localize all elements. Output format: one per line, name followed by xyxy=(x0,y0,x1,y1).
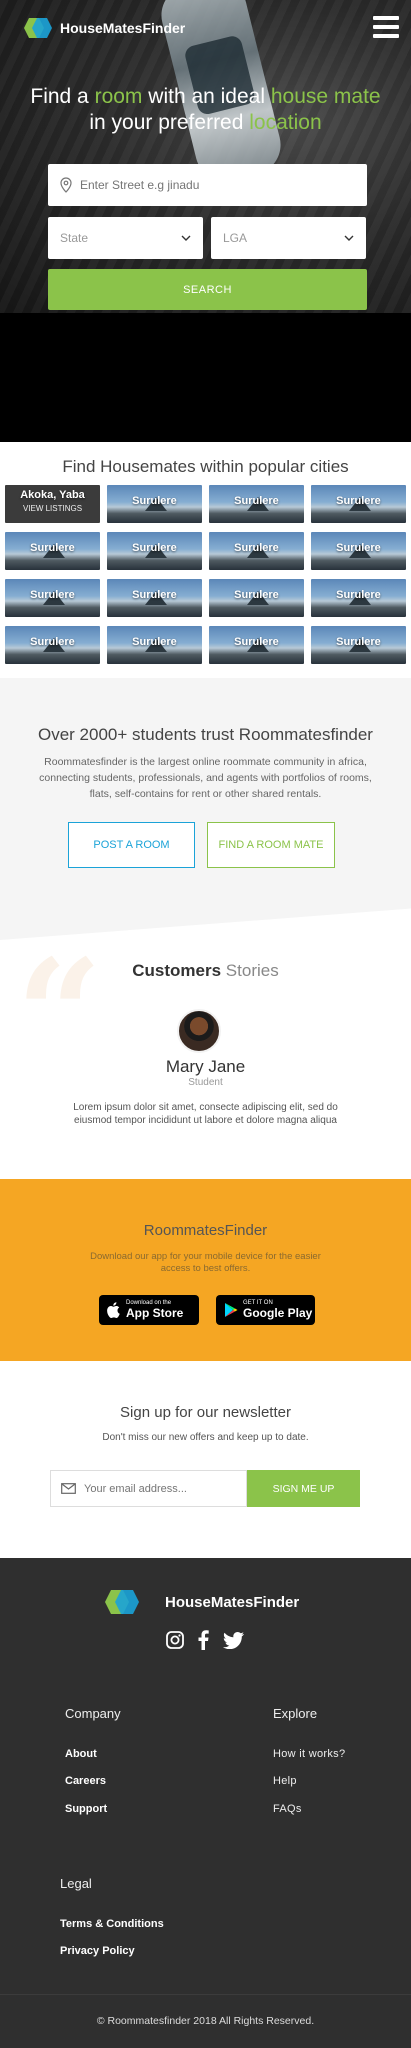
city-grid: Akoka, Yaba VIEW LISTINGS Surulere Surule… xyxy=(5,485,407,664)
street-search-field[interactable] xyxy=(48,164,367,206)
chevron-down-icon xyxy=(181,235,191,241)
city-card[interactable]: Surulere xyxy=(209,626,304,664)
trust-title: Over 2000+ students trust Roommatesfinde… xyxy=(38,725,373,744)
app-title: RoommatesFinder xyxy=(143,1222,268,1239)
app-store-button[interactable]: Download on the App Store xyxy=(99,1295,199,1325)
newsletter-email-input[interactable] xyxy=(84,1482,234,1495)
location-pin-icon xyxy=(60,177,72,193)
footer-link-privacy[interactable]: Privacy Policy xyxy=(60,1945,135,1957)
footer-logo[interactable]: HouseMatesFinder xyxy=(105,1588,299,1616)
city-card[interactable]: Surulere xyxy=(107,579,202,617)
city-card[interactable]: Surulere xyxy=(5,626,100,664)
footer-link-help[interactable]: Help xyxy=(273,1775,297,1787)
google-play-button[interactable]: GET IT ON Google Play xyxy=(216,1295,315,1325)
city-card[interactable]: Surulere xyxy=(311,626,406,664)
email-icon xyxy=(61,1483,76,1494)
city-card[interactable]: Surulere xyxy=(5,532,100,570)
footer-link-faqs[interactable]: FAQs xyxy=(273,1803,302,1815)
cities-title: Find Housemates within popular cities xyxy=(62,457,349,476)
brand-logo[interactable]: HouseMatesFinder xyxy=(24,16,185,40)
footer-explore-title: Explore xyxy=(273,1706,318,1721)
city-card[interactable]: Surulere xyxy=(209,532,304,570)
city-card[interactable]: Surulere xyxy=(311,532,406,570)
footer-link-support[interactable]: Support xyxy=(65,1803,107,1815)
brand-name: HouseMatesFinder xyxy=(60,20,186,36)
newsletter-email-field[interactable] xyxy=(50,1470,247,1507)
story-author-role: Student xyxy=(188,1077,223,1088)
footer-link-terms[interactable]: Terms & Conditions xyxy=(60,1918,164,1930)
city-card[interactable]: Surulere xyxy=(107,485,202,523)
hero-title: Find a room with an ideal house mate in … xyxy=(30,85,381,134)
facebook-icon[interactable] xyxy=(198,1630,209,1650)
find-room-mate-button[interactable]: FIND A ROOM MATE xyxy=(207,822,335,868)
video-placeholder xyxy=(0,313,411,442)
hamburger-menu-icon[interactable] xyxy=(373,16,399,38)
avatar xyxy=(177,1009,221,1053)
city-card[interactable]: Surulere xyxy=(5,579,100,617)
trust-section xyxy=(0,678,411,940)
story-author-name: Mary Jane xyxy=(165,1057,246,1076)
apple-icon xyxy=(107,1302,120,1318)
app-description: Download our app for your mobile device … xyxy=(90,1251,321,1274)
street-search-input[interactable] xyxy=(80,178,340,192)
city-card[interactable]: Surulere xyxy=(107,532,202,570)
city-card[interactable]: Surulere xyxy=(107,626,202,664)
chevron-down-icon xyxy=(344,235,354,241)
story-quote-text: Lorem ipsum dolor sit amet, consecte adi… xyxy=(73,1102,338,1126)
logo-icon xyxy=(24,16,52,40)
newsletter-title: Sign up for our newsletter xyxy=(120,1404,291,1421)
post-room-button[interactable]: POST A ROOM xyxy=(68,822,195,868)
stories-title: Customers Stories xyxy=(132,961,279,980)
instagram-icon[interactable] xyxy=(166,1631,184,1649)
hero-section xyxy=(0,0,411,313)
state-select[interactable]: State xyxy=(48,217,203,259)
footer-company-title: Company xyxy=(65,1706,121,1721)
google-play-icon xyxy=(225,1303,238,1317)
city-card[interactable]: Surulere xyxy=(311,579,406,617)
footer-divider xyxy=(0,1994,411,1995)
city-card[interactable]: Akoka, Yaba VIEW LISTINGS xyxy=(5,485,100,523)
footer-legal-title: Legal xyxy=(60,1876,92,1891)
trust-description: Roommatesfinder is the largest online ro… xyxy=(39,756,372,800)
city-card[interactable]: Surulere xyxy=(209,485,304,523)
newsletter-description: Don't miss our new offers and keep up to… xyxy=(102,1432,309,1443)
footer-link-about[interactable]: About xyxy=(65,1748,97,1760)
footer-link-careers[interactable]: Careers xyxy=(65,1775,106,1787)
twitter-icon[interactable] xyxy=(223,1631,244,1649)
sign-me-up-button[interactable]: SIGN ME UP xyxy=(247,1470,360,1507)
city-card[interactable]: Surulere xyxy=(311,485,406,523)
footer-link-how-it-works[interactable]: How it works? xyxy=(273,1748,345,1760)
copyright-text: © Roommatesfinder 2018 All Rights Reserv… xyxy=(96,2015,315,2027)
footer-brand-name: HouseMatesFinder xyxy=(165,1593,300,1611)
social-links xyxy=(166,1630,244,1650)
lga-select[interactable]: LGA xyxy=(211,217,366,259)
city-card[interactable]: Surulere xyxy=(209,579,304,617)
search-button[interactable]: SEARCH xyxy=(48,269,367,310)
logo-icon xyxy=(105,1588,139,1616)
